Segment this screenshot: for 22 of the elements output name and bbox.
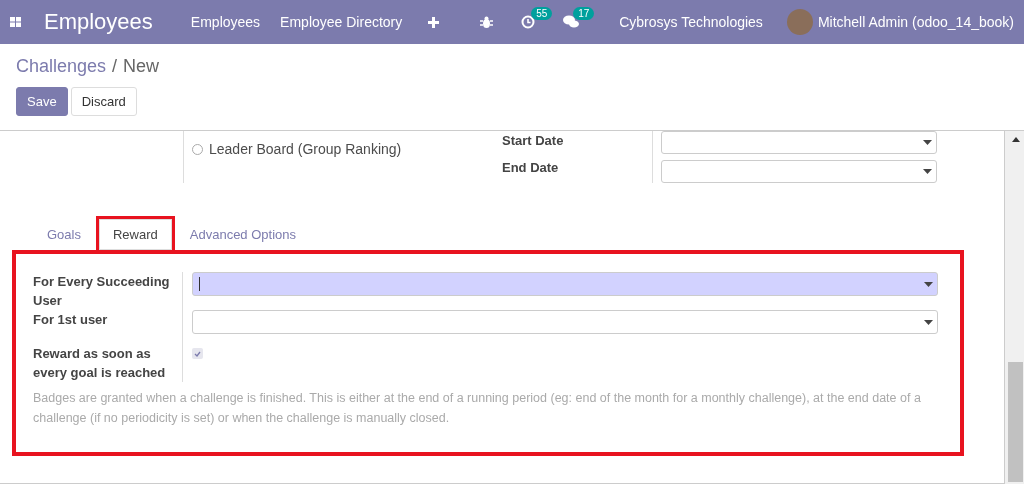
menu-link[interactable]: Employees xyxy=(190,14,261,30)
save-button[interactable]: Save xyxy=(16,87,68,116)
tab[interactable]: Reward xyxy=(98,219,172,250)
tab[interactable]: Advanced Options xyxy=(175,219,310,250)
breadcrumb-separator: / xyxy=(112,56,118,77)
menu-link[interactable]: Employee Directory xyxy=(280,14,403,30)
field-label: For Every Succeeding User xyxy=(33,272,183,310)
app-title: Employees xyxy=(44,9,153,35)
user-menu[interactable]: Mitchell Admin (odoo_14_book) xyxy=(817,14,1014,30)
help-text: Badges are granted when a challenge is finished. This is either at the end of a running period (eg: end of the month for a monthly challenge), at the end date of a challenge (if no periodicity is set) or when the challenge is manually closed. xyxy=(33,390,922,427)
company-switcher[interactable]: Cybrosys Technologies xyxy=(619,14,763,30)
field-label: Reward as soon as every goal is reached xyxy=(33,344,183,382)
activity-count-badge: 55 xyxy=(531,7,553,20)
field-label: For 1st user xyxy=(33,310,183,344)
field-label: Start Date xyxy=(502,133,565,148)
discard-button[interactable]: Discard xyxy=(70,87,137,116)
field-label: End Date xyxy=(502,160,560,175)
breadcrumb-current: New xyxy=(123,56,160,77)
tab[interactable]: Goals xyxy=(33,219,95,250)
breadcrumb-link[interactable]: Challenges xyxy=(16,56,107,77)
radio-option[interactable]: Leader Board (Group Ranking) xyxy=(192,141,402,157)
message-count-badge: 17 xyxy=(573,7,595,20)
